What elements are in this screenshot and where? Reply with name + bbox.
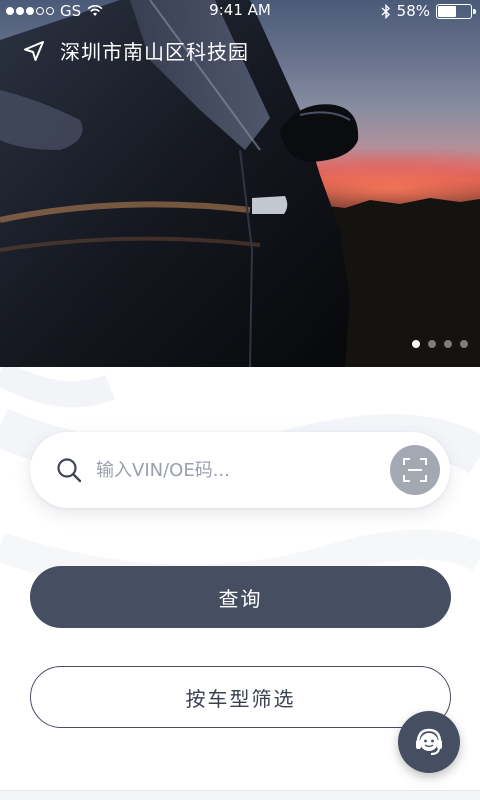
- location-selector[interactable]: 深圳市南山区科技园: [22, 36, 249, 65]
- search-icon: [57, 458, 82, 483]
- customer-service-button[interactable]: [398, 711, 460, 773]
- scan-icon: [403, 458, 427, 482]
- battery-percentage: 58%: [396, 2, 430, 20]
- bottom-tab-bar-edge: [0, 790, 480, 800]
- scan-button[interactable]: [390, 445, 440, 495]
- customer-service-icon: [416, 728, 442, 755]
- vin-oe-search-input[interactable]: [96, 454, 386, 486]
- carousel-dot[interactable]: [444, 340, 452, 348]
- search-bar: [30, 432, 450, 508]
- carousel-dot[interactable]: [428, 340, 436, 348]
- carousel-dot[interactable]: [460, 340, 468, 348]
- carousel-indicator: [412, 340, 468, 348]
- bluetooth-icon: [381, 3, 390, 19]
- carousel-dot[interactable]: [412, 340, 420, 348]
- location-arrow-icon: [24, 40, 44, 61]
- location-label: 深圳市南山区科技园: [60, 40, 249, 64]
- status-bar: GS 9:41 AM 58%: [0, 0, 480, 22]
- battery-icon: [436, 3, 476, 19]
- filter-by-model-button[interactable]: 按车型筛选: [30, 666, 451, 728]
- query-button[interactable]: 查询: [30, 566, 451, 628]
